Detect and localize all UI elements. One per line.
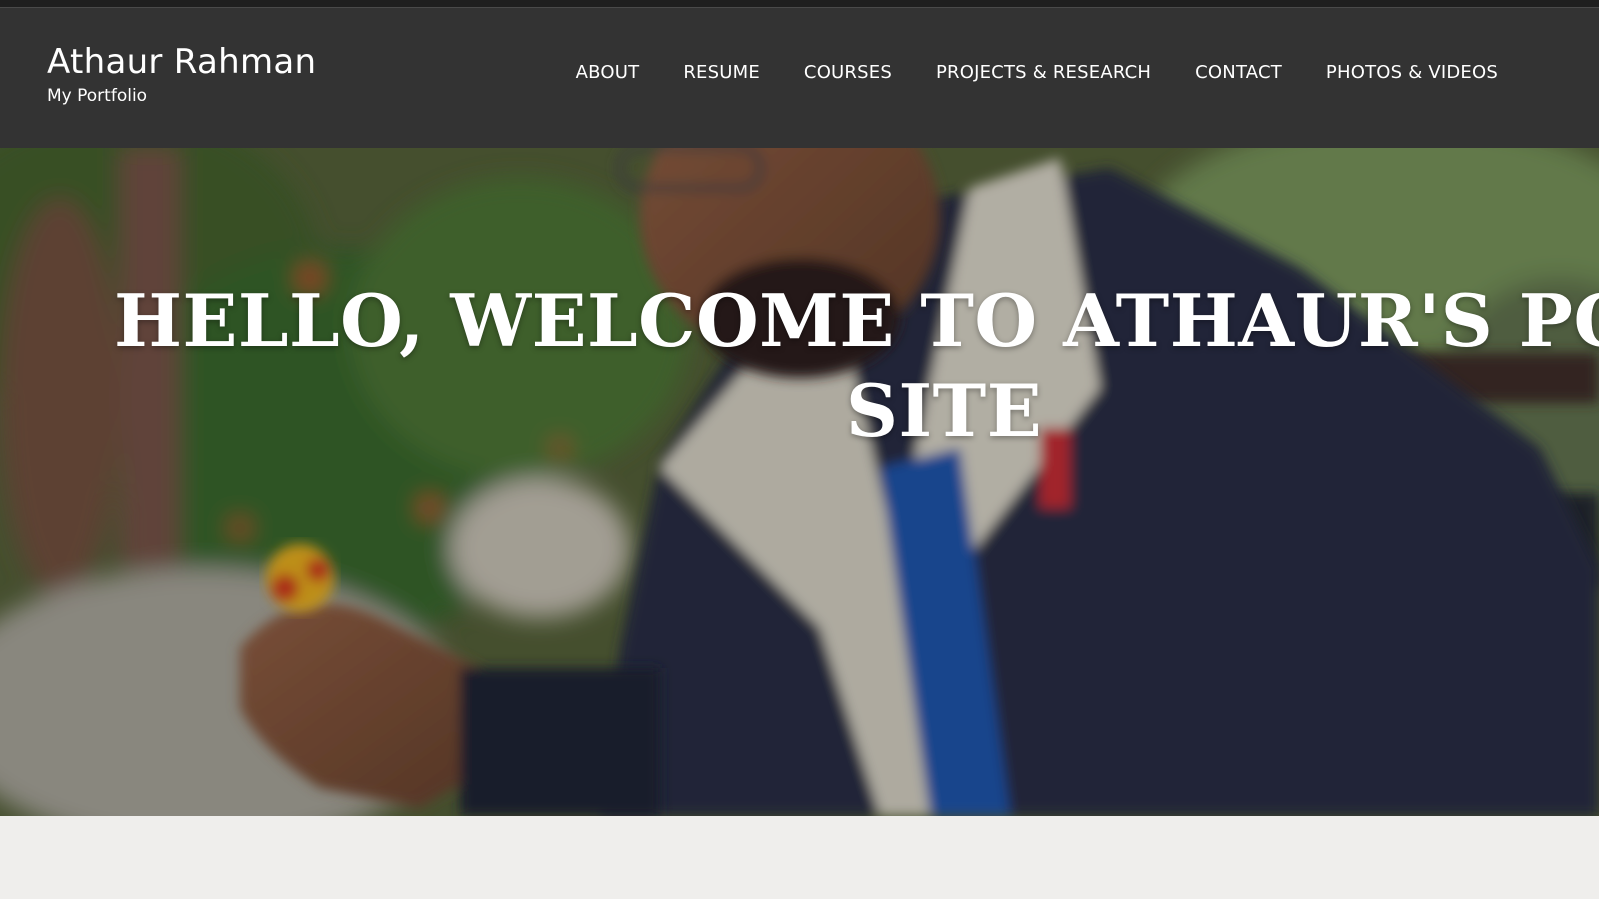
nav-item-photos-videos[interactable]: PHOTOS & VIDEOS xyxy=(1326,62,1498,83)
hero-heading-line1: HELLO, WELCOME TO ATHAUR'S PORTFOLIO xyxy=(114,278,1599,363)
site-subtitle: My Portfolio xyxy=(47,86,148,106)
hero-dim-overlay xyxy=(0,148,1599,816)
hero-heading: HELLO, WELCOME TO ATHAUR'S PORTFOLIO SIT… xyxy=(114,276,1599,456)
nav-item-resume[interactable]: RESUME xyxy=(683,62,760,83)
main-navigation: ABOUT RESUME COURSES PROJECTS & RESEARCH… xyxy=(576,62,1498,83)
nav-item-courses[interactable]: COURSES xyxy=(804,62,892,83)
site-header: Athaur Rahman My Portfolio ABOUT RESUME … xyxy=(0,8,1599,148)
nav-item-contact[interactable]: CONTACT xyxy=(1195,62,1282,83)
nav-item-projects-research[interactable]: PROJECTS & RESEARCH xyxy=(936,62,1151,83)
content-area xyxy=(0,816,1599,899)
browser-top-strip xyxy=(0,0,1599,8)
hero-heading-line2: SITE xyxy=(846,368,1043,453)
hero-banner: HELLO, WELCOME TO ATHAUR'S PORTFOLIO SIT… xyxy=(0,148,1599,816)
nav-item-about[interactable]: ABOUT xyxy=(576,62,640,83)
site-title[interactable]: Athaur Rahman xyxy=(47,42,316,82)
